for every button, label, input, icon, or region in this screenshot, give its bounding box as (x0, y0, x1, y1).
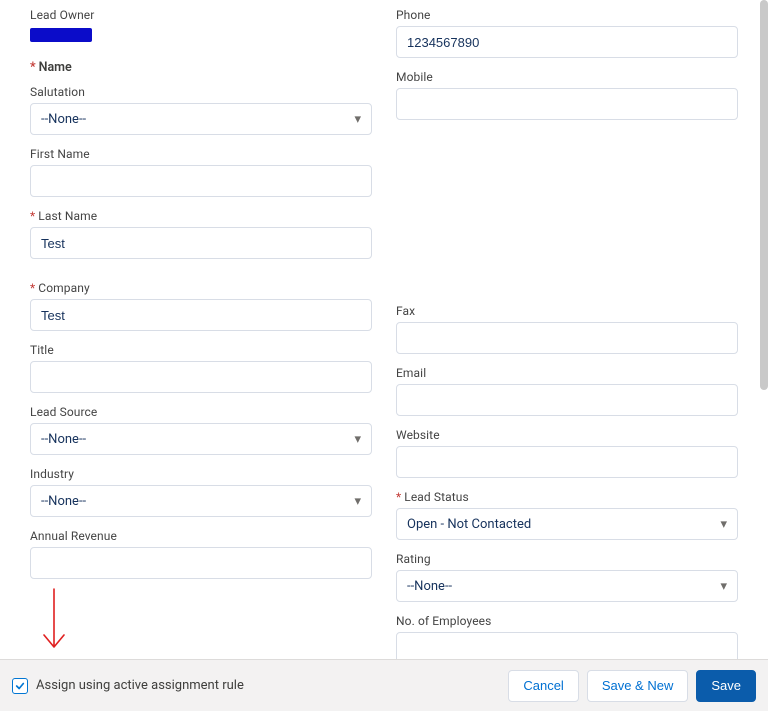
fax-input[interactable] (396, 322, 738, 354)
lead-source-select[interactable]: --None-- ▾ (30, 423, 372, 455)
salutation-select[interactable]: --None-- ▾ (30, 103, 372, 135)
form-body: Lead Owner *Name Salutation --None-- ▾ F… (0, 0, 768, 659)
label-no-of-employees: No. of Employees (396, 614, 738, 628)
field-title: Title (30, 343, 372, 393)
industry-select[interactable]: --None-- ▾ (30, 485, 372, 517)
footer-left: Assign using active assignment rule (12, 678, 244, 694)
lead-status-select[interactable]: Open - Not Contacted ▾ (396, 508, 738, 540)
label-first-name: First Name (30, 147, 372, 161)
rating-value: --None-- (407, 579, 452, 594)
assign-rule-checkbox[interactable] (12, 678, 28, 694)
lead-owner-value-redacted (30, 28, 92, 42)
field-annual-revenue: Annual Revenue (30, 529, 372, 579)
field-last-name: *Last Name (30, 209, 372, 259)
field-lead-source: Lead Source --None-- ▾ (30, 405, 372, 455)
field-no-of-employees: No. of Employees (396, 614, 738, 659)
label-fax: Fax (396, 304, 738, 318)
field-company: *Company (30, 281, 372, 331)
field-salutation: Salutation --None-- ▾ (30, 85, 372, 135)
first-name-input[interactable] (30, 165, 372, 197)
save-and-new-button[interactable]: Save & New (587, 670, 689, 702)
lead-edit-modal: Lead Owner *Name Salutation --None-- ▾ F… (0, 0, 768, 711)
field-phone: Phone (396, 8, 738, 58)
label-lead-owner: Lead Owner (30, 8, 372, 22)
phone-input[interactable] (396, 26, 738, 58)
annual-revenue-input[interactable] (30, 547, 372, 579)
field-rating: Rating --None-- ▾ (396, 552, 738, 602)
lead-status-value: Open - Not Contacted (407, 517, 531, 532)
cancel-button[interactable]: Cancel (508, 670, 578, 702)
caret-down-icon: ▾ (720, 579, 727, 594)
label-website: Website (396, 428, 738, 442)
required-marker: * (396, 490, 401, 504)
label-rating: Rating (396, 552, 738, 566)
label-lead-status: *Lead Status (396, 490, 738, 504)
label-last-name-text: Last Name (38, 209, 97, 223)
right-column: Phone Mobile Fax Email Website (396, 8, 738, 659)
field-lead-owner: Lead Owner (30, 8, 372, 42)
name-heading-text: Name (39, 60, 72, 75)
salutation-value: --None-- (41, 112, 86, 127)
field-industry: Industry --None-- ▾ (30, 467, 372, 517)
check-icon (15, 681, 25, 691)
assign-rule-label: Assign using active assignment rule (36, 678, 244, 693)
company-input[interactable] (30, 299, 372, 331)
label-last-name: *Last Name (30, 209, 372, 223)
email-input[interactable] (396, 384, 738, 416)
label-title: Title (30, 343, 372, 357)
label-lead-status-text: Lead Status (404, 490, 469, 504)
scrollbar[interactable] (760, 0, 768, 390)
label-email: Email (396, 366, 738, 380)
no-of-employees-input[interactable] (396, 632, 738, 659)
modal-footer: Assign using active assignment rule Canc… (0, 659, 768, 711)
field-mobile: Mobile (396, 70, 738, 120)
label-industry: Industry (30, 467, 372, 481)
rating-select[interactable]: --None-- ▾ (396, 570, 738, 602)
label-salutation: Salutation (30, 85, 372, 99)
field-lead-status: *Lead Status Open - Not Contacted ▾ (396, 490, 738, 540)
title-input[interactable] (30, 361, 372, 393)
required-marker: * (30, 60, 36, 75)
field-email: Email (396, 366, 738, 416)
lead-source-value: --None-- (41, 432, 86, 447)
left-column: Lead Owner *Name Salutation --None-- ▾ F… (30, 8, 372, 659)
industry-value: --None-- (41, 494, 86, 509)
label-mobile: Mobile (396, 70, 738, 84)
label-lead-source: Lead Source (30, 405, 372, 419)
caret-down-icon: ▾ (720, 517, 727, 532)
field-first-name: First Name (30, 147, 372, 197)
required-marker: * (30, 281, 35, 295)
label-annual-revenue: Annual Revenue (30, 529, 372, 543)
name-heading: *Name (30, 60, 372, 75)
last-name-input[interactable] (30, 227, 372, 259)
label-company-text: Company (38, 281, 89, 295)
caret-down-icon: ▾ (354, 112, 361, 127)
required-marker: * (30, 209, 35, 223)
footer-right: Cancel Save & New Save (508, 670, 756, 702)
field-website: Website (396, 428, 738, 478)
label-company: *Company (30, 281, 372, 295)
save-button[interactable]: Save (696, 670, 756, 702)
caret-down-icon: ▾ (354, 494, 361, 509)
caret-down-icon: ▾ (354, 432, 361, 447)
label-phone: Phone (396, 8, 738, 22)
website-input[interactable] (396, 446, 738, 478)
mobile-input[interactable] (396, 88, 738, 120)
field-fax: Fax (396, 304, 738, 354)
